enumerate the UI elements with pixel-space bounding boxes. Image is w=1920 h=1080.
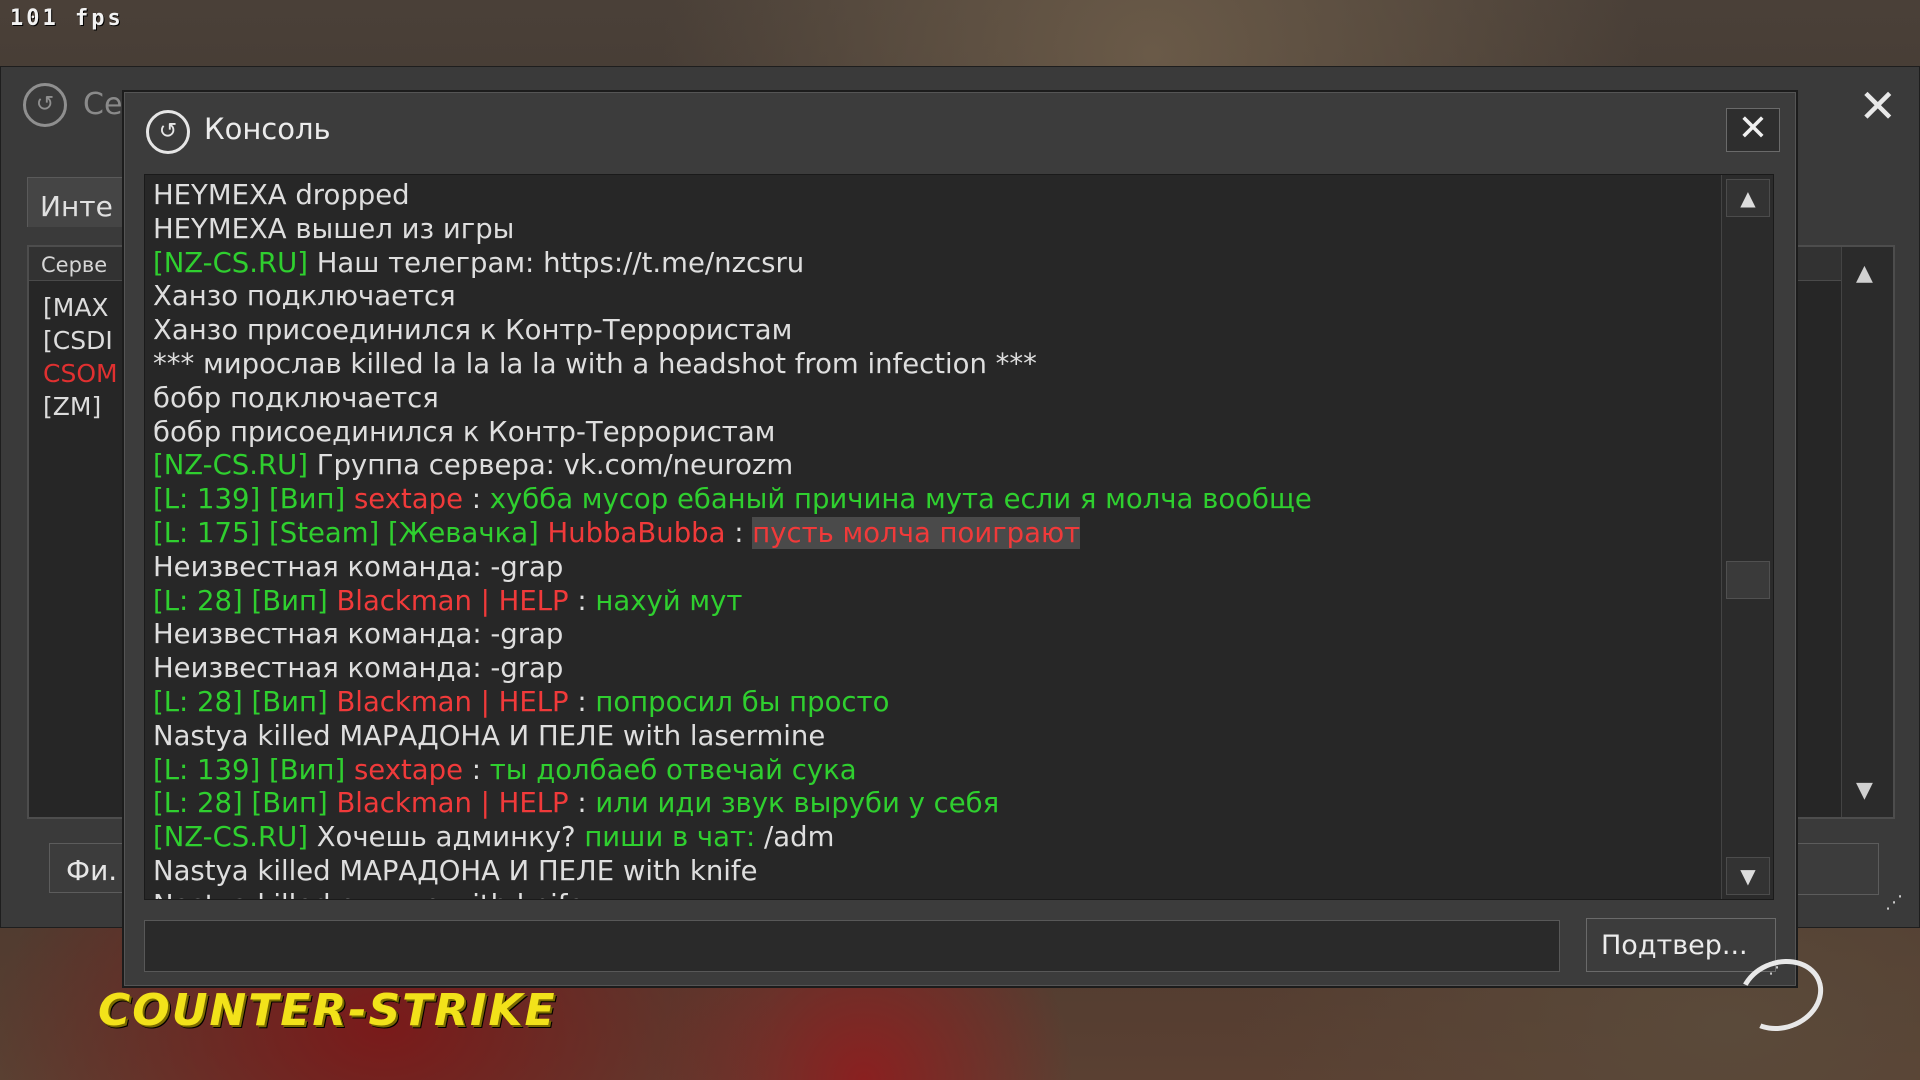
arrow-down-icon[interactable]: ▼ — [1856, 778, 1873, 803]
console-log-line: [L: 139] [Вип] sextape : ты долбаеб отве… — [153, 754, 1713, 788]
console-text-segment: HEYMEXA вышел из игры — [153, 212, 515, 245]
server-list-item[interactable]: CSOM — [43, 357, 118, 390]
console-command-input[interactable] — [144, 920, 1560, 972]
console-log-line: [L: 175] [Steam] [Жевачка] HubbaBubba : … — [153, 516, 1713, 551]
console-log-line: [NZ-CS.RU] Хочешь админку? пиши в чат: /… — [153, 821, 1713, 855]
server-list-item[interactable]: [CSDI — [43, 324, 118, 357]
console-text-segment: Nastya killed оливье with knife — [153, 889, 584, 899]
console-log-line: [L: 28] [Вип] Blackman | HELP : попросил… — [153, 686, 1713, 720]
console-text-segment: [L: 175] [Steam] [Жевачка] — [153, 516, 548, 549]
console-log-line: HEYMEXA вышел из игры — [153, 213, 1713, 247]
console-text-segment: Наш телеграм: https://t.me/nzcsru — [316, 246, 805, 279]
console-log-line: HEYMEXA dropped — [153, 179, 1713, 213]
counter-strike-logo: COUNTER-STRIKE — [98, 985, 557, 1036]
console-log-line: [NZ-CS.RU] Наш телеграм: https://t.me/nz… — [153, 247, 1713, 281]
console-text-segment: [L: 139] [Вип] — [153, 483, 354, 516]
console-title: Консоль — [204, 112, 331, 146]
console-text-segment: [NZ-CS.RU] — [153, 449, 317, 482]
console-log-line: *** мирослав killed la la la la with a h… — [153, 348, 1713, 382]
console-text-segment: : — [462, 753, 490, 786]
console-text-segment: : — [725, 516, 753, 549]
console-log-line: [L: 28] [Вип] Blackman | HELP : нахуй му… — [153, 585, 1713, 619]
console-text-segment: /adm — [764, 821, 835, 854]
console-log-line: [L: 139] [Вип] sextape : хубба мусор еба… — [153, 483, 1713, 517]
arrow-down-icon[interactable]: ▼ — [1726, 857, 1770, 895]
console-log-line: Nastya killed МАРАДОНА И ПЕЛЕ with laser… — [153, 720, 1713, 754]
submit-button[interactable]: Подтвер... — [1586, 918, 1776, 972]
console-text-segment: бобр присоединился к Контр-Террористам — [153, 415, 776, 448]
console-log: HEYMEXA dropped HEYMEXA вышел из игры [NZ-… — [144, 174, 1774, 900]
console-text-segment: бобр подключается — [153, 381, 439, 414]
console-text-segment: Ханзо присоединился к Контр-Террористам — [153, 314, 793, 347]
server-list-item[interactable]: [ZM] — [43, 390, 118, 423]
console-text-segment: ты долбаеб отвечай сука — [489, 753, 857, 786]
server-list-scrollbar[interactable]: ▲ ▼ — [1841, 247, 1893, 817]
server-list: [MAX [CSDI CSOM [ZM] — [43, 291, 118, 423]
console-text-segment: sextape — [353, 483, 463, 516]
console-text-segment: : — [568, 787, 596, 820]
fps-counter: 101 fps — [10, 6, 124, 31]
cs-emblem-icon: ↺ — [23, 83, 67, 127]
console-text-segment: [L: 28] [Вип] — [153, 787, 337, 820]
console-text-segment: Неизвестная команда: -grap — [153, 618, 564, 651]
console-text-segment: Blackman | HELP — [336, 685, 569, 718]
console-text-segment: Blackman | HELP — [336, 584, 569, 617]
console-text-segment: [L: 28] [Вип] — [153, 685, 337, 718]
console-log-line: Nastya killed оливье with knife — [153, 889, 1713, 899]
server-list-item[interactable]: [MAX — [43, 291, 118, 324]
console-text-segment: sextape — [353, 753, 463, 786]
console-text-segment: Blackman | HELP — [336, 787, 569, 820]
console-text-segment: Неизвестная команда: -grap — [153, 550, 564, 583]
console-log-line: Неизвестная команда: -grap — [153, 551, 1713, 585]
console-text-segment: Ханзо подключается — [153, 280, 456, 313]
close-button[interactable]: ✕ — [1726, 108, 1780, 152]
console-log-lines: HEYMEXA dropped HEYMEXA вышел из игры [NZ-… — [153, 179, 1713, 899]
console-log-line: Ханзо присоединился к Контр-Террористам — [153, 314, 1713, 348]
server-browser-title: Се — [83, 87, 123, 122]
console-log-line: Ханзо подключается — [153, 280, 1713, 314]
console-log-line: бобр подключается — [153, 382, 1713, 416]
console-text-segment: [NZ-CS.RU] — [153, 246, 317, 279]
console-window: ↺ Консоль ✕ HEYMEXA dropped HEYMEXA вышел… — [122, 90, 1798, 988]
console-text-segment: : — [462, 483, 490, 516]
console-text-segment: *** мирослав killed la la la la with a h… — [153, 347, 1037, 380]
console-text-segment: пусть молча поиграют — [752, 516, 1081, 549]
arrow-up-icon[interactable]: ▲ — [1856, 261, 1873, 286]
console-text-segment: Хочешь админку? — [316, 821, 585, 854]
console-log-line: [NZ-CS.RU] Группа сервера: vk.com/neuroz… — [153, 449, 1713, 483]
close-icon[interactable]: ✕ — [1858, 79, 1897, 133]
cs-emblem-icon: ↺ — [146, 110, 190, 154]
resize-grip-icon[interactable]: ⋰ — [1885, 892, 1903, 913]
console-text-segment: : — [568, 584, 596, 617]
console-text-segment: : — [568, 685, 596, 718]
console-text-segment: попросил бы просто — [595, 685, 890, 718]
console-log-line: Неизвестная команда: -grap — [153, 618, 1713, 652]
console-text-segment: Nastya killed МАРАДОНА И ПЕЛЕ with laser… — [153, 719, 826, 752]
console-log-line: Nastya killed МАРАДОНА И ПЕЛЕ with knife — [153, 855, 1713, 889]
console-text-segment: Nastya killed МАРАДОНА И ПЕЛЕ with knife — [153, 854, 758, 887]
console-text-segment: HEYMEXA dropped — [153, 179, 410, 211]
console-log-line: Неизвестная команда: -grap — [153, 652, 1713, 686]
console-log-line: бобр присоединился к Контр-Террористам — [153, 416, 1713, 450]
console-text-segment: Группа сервера: vk.com/neurozm — [316, 449, 794, 482]
console-text-segment: Неизвестная команда: -grap — [153, 652, 564, 685]
console-text-segment: нахуй мут — [595, 584, 743, 617]
console-scrollbar[interactable]: ▲ ▼ — [1721, 175, 1773, 899]
console-text-segment: хубба мусор ебаный причина мута если я м… — [489, 483, 1312, 516]
scrollbar-thumb[interactable] — [1726, 561, 1770, 599]
console-text-segment: [L: 139] [Вип] — [153, 753, 354, 786]
arrow-up-icon[interactable]: ▲ — [1726, 179, 1770, 217]
console-text-segment: [NZ-CS.RU] — [153, 821, 317, 854]
console-text-segment: пиши в чат: — [584, 821, 765, 854]
console-log-line: [L: 28] [Вип] Blackman | HELP : или иди … — [153, 787, 1713, 821]
console-text-segment: [L: 28] [Вип] — [153, 584, 337, 617]
console-text-segment: HubbaBubba — [547, 516, 726, 549]
console-text-segment: или иди звук выруби у себя — [595, 787, 1000, 820]
